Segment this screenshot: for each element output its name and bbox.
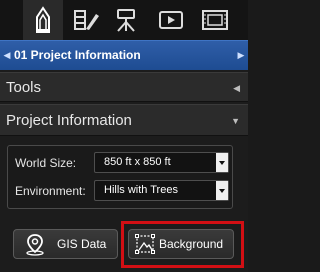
environment-label: Environment: — [15, 184, 86, 198]
pencil-icon — [32, 6, 54, 34]
expand-arrow-icon: ▼ — [231, 116, 240, 126]
project-info-section-label: Project Information — [6, 112, 132, 129]
gis-data-button[interactable]: GIS Data — [13, 229, 118, 259]
background-button[interactable]: Background — [128, 229, 234, 259]
mode-tab-bar — [0, 0, 248, 40]
tools-section-label: Tools — [6, 79, 42, 96]
project-step-title: 01 Project Information — [14, 48, 141, 62]
project-panel: ◀ 01 Project Information ▶ Tools ◀ Proje… — [0, 0, 248, 272]
world-size-value: 850 ft x 850 ft — [104, 156, 171, 168]
tools-section-header[interactable]: Tools ◀ — [0, 72, 248, 102]
environment-select[interactable]: Hills with Trees — [94, 180, 229, 201]
arrow-left-icon[interactable]: ◀ — [2, 41, 12, 70]
map-pin-icon — [26, 234, 44, 256]
world-size-select[interactable]: 850 ft x 850 ft — [94, 152, 229, 173]
film-frame-icon — [201, 9, 229, 31]
video-play-icon — [158, 9, 184, 31]
tab-export[interactable] — [195, 0, 235, 40]
collapse-arrow-icon: ◀ — [233, 83, 240, 93]
project-step-header: ◀ 01 Project Information ▶ — [0, 40, 248, 70]
arrow-right-icon[interactable]: ▶ — [236, 41, 246, 70]
project-settings-panel: World Size: 850 ft x 850 ft Environment:… — [7, 145, 233, 209]
tab-camera[interactable] — [106, 0, 146, 40]
project-info-section-header[interactable]: Project Information ▼ — [0, 104, 248, 136]
chevron-down-icon — [216, 153, 228, 172]
gis-data-label: GIS Data — [57, 237, 107, 251]
tripod-icon — [113, 7, 139, 33]
background-image-icon — [135, 234, 155, 254]
tab-design[interactable] — [23, 0, 63, 40]
tab-materials[interactable] — [66, 0, 106, 40]
chevron-down-icon — [216, 181, 228, 200]
background-label: Background — [159, 237, 224, 251]
world-size-label: World Size: — [15, 156, 77, 170]
environment-value: Hills with Trees — [104, 184, 178, 196]
tab-video[interactable] — [151, 0, 191, 40]
paint-palette-icon — [72, 8, 100, 32]
